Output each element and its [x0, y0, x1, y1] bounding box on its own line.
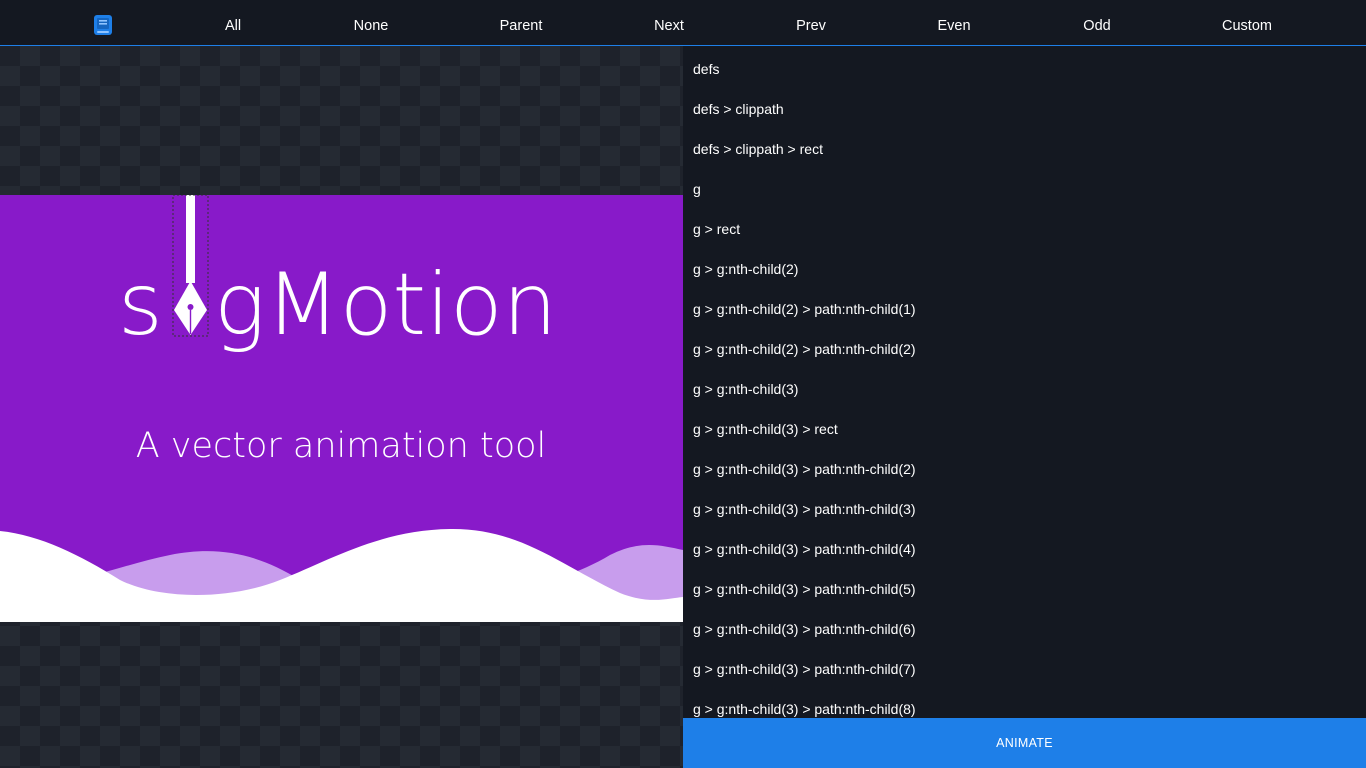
- select-none-button[interactable]: None: [354, 18, 389, 34]
- top-toolbar: All None Parent Next Prev Even Odd Custo…: [0, 0, 1366, 46]
- svg-artwork[interactable]: s gMotion A vector animation tool: [0, 195, 683, 622]
- selector-item[interactable]: g > g:nth-child(3) > path:nth-child(2): [693, 461, 916, 477]
- selector-item[interactable]: defs > clippath: [693, 101, 784, 117]
- tagline-text[interactable]: A vector animation tool: [136, 426, 547, 466]
- selector-item[interactable]: g > g:nth-child(2) > path:nth-child(1): [693, 301, 916, 317]
- selector-list: defs defs > clippath defs > clippath > r…: [683, 46, 1366, 718]
- selector-item[interactable]: g > g:nth-child(3) > path:nth-child(5): [693, 581, 916, 597]
- select-even-button[interactable]: Even: [937, 18, 970, 34]
- selector-item[interactable]: g > g:nth-child(2) > path:nth-child(2): [693, 341, 916, 357]
- select-all-button[interactable]: All: [225, 18, 241, 34]
- selector-item[interactable]: g > g:nth-child(3): [693, 381, 798, 397]
- selector-item[interactable]: defs: [693, 61, 719, 77]
- selector-item[interactable]: g > g:nth-child(3) > path:nth-child(7): [693, 661, 916, 677]
- selector-item[interactable]: g > g:nth-child(3) > path:nth-child(3): [693, 501, 916, 517]
- selector-item[interactable]: g > g:nth-child(3) > path:nth-child(8): [693, 701, 916, 717]
- select-next-button[interactable]: Next: [654, 18, 684, 34]
- book-icon[interactable]: [93, 14, 113, 36]
- animate-button[interactable]: ANIMATE: [683, 718, 1366, 768]
- select-prev-button[interactable]: Prev: [796, 18, 826, 34]
- selector-item[interactable]: g > rect: [693, 221, 740, 237]
- selector-item[interactable]: defs > clippath > rect: [693, 141, 823, 157]
- logo-text-right[interactable]: gMotion: [214, 255, 557, 355]
- selector-item[interactable]: g > g:nth-child(3) > path:nth-child(6): [693, 621, 916, 637]
- selector-item[interactable]: g > g:nth-child(3) > rect: [693, 421, 838, 437]
- select-custom-button[interactable]: Custom: [1222, 18, 1272, 34]
- svg-canvas[interactable]: s gMotion A vector animation tool: [0, 46, 683, 768]
- selector-item[interactable]: g > g:nth-child(3) > path:nth-child(4): [693, 541, 916, 557]
- select-odd-button[interactable]: Odd: [1083, 18, 1110, 34]
- logo-text-left[interactable]: s: [118, 255, 163, 355]
- selector-item[interactable]: g > g:nth-child(2): [693, 261, 798, 277]
- select-parent-button[interactable]: Parent: [500, 18, 543, 34]
- selector-item[interactable]: g: [693, 181, 701, 197]
